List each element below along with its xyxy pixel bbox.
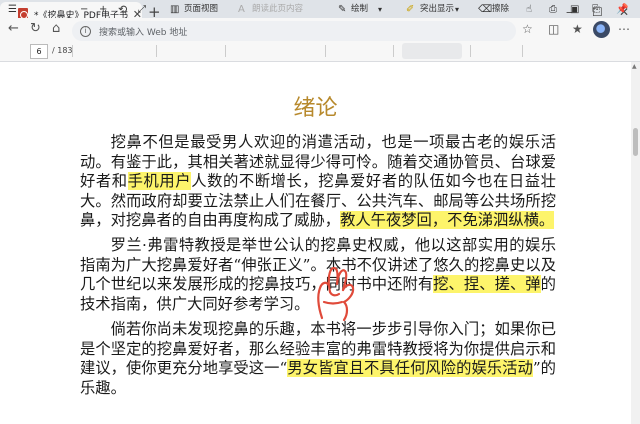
- highlight-options-chevron-icon[interactable]: ▾: [455, 2, 459, 17]
- highlighted-text: 手机用户: [127, 172, 192, 190]
- draw-button[interactable]: 绘制: [351, 2, 368, 17]
- paragraph-invitation: 倘若你尚未发现挖鼻的乐趣，本书将一步步引导你入门；如果你已是个坚定的挖鼻爱好者，…: [80, 320, 556, 398]
- toolbar-divider: [393, 45, 394, 57]
- highlight-button-bg[interactable]: [402, 43, 462, 59]
- toolbar-divider: [225, 45, 226, 57]
- split-screen-icon[interactable]: ◫: [548, 22, 559, 36]
- toolbar-divider: [156, 45, 157, 57]
- page-view-icon[interactable]: ▥: [170, 2, 179, 17]
- scroll-up-icon[interactable]: ▲: [632, 63, 637, 70]
- toolbar-divider: [470, 45, 471, 57]
- read-aloud-button[interactable]: 朗读此页内容: [252, 2, 303, 17]
- paragraph-intro: 挖鼻不但是最受男人欢迎的消遣活动，也是一项最古老的娱乐活动。有鉴于此，其相关著述…: [80, 133, 556, 231]
- erase-button[interactable]: 擦除: [492, 2, 509, 17]
- favorites-icon[interactable]: ★: [572, 22, 583, 36]
- eraser-icon[interactable]: ⌫: [478, 2, 492, 17]
- highlighted-text: 男女皆宜且不具任何风险的娱乐活动: [287, 359, 533, 377]
- favorite-star-icon[interactable]: ☆: [522, 22, 533, 36]
- print-icon[interactable]: ⎙: [549, 2, 557, 17]
- highlighter-icon[interactable]: ✐: [406, 2, 414, 17]
- home-icon[interactable]: ⌂: [52, 21, 60, 36]
- zoom-in-icon[interactable]: +: [99, 2, 107, 17]
- vertical-scrollbar[interactable]: [631, 62, 640, 424]
- scrollbar-thumb[interactable]: [633, 128, 638, 156]
- toolbar-divider: [325, 45, 326, 57]
- table-of-contents-icon[interactable]: ☰: [8, 2, 17, 17]
- pin-icon[interactable]: 📌: [616, 2, 628, 17]
- chapter-title: 绪论: [293, 96, 338, 121]
- highlighted-text: 教人午夜梦回，不免涕泗纵横。: [340, 211, 555, 229]
- pdf-toolbar: [0, 42, 640, 62]
- touch-icon[interactable]: ☝: [526, 2, 532, 17]
- back-icon[interactable]: ←: [8, 21, 19, 36]
- avatar[interactable]: [593, 21, 610, 38]
- draw-icon[interactable]: ✎: [338, 2, 346, 17]
- refresh-icon[interactable]: ↻: [30, 21, 41, 36]
- read-aloud-icon[interactable]: A: [238, 2, 245, 17]
- highlight-button[interactable]: 突出显示: [420, 2, 454, 17]
- total-pages: / 183: [52, 46, 73, 55]
- page-number-input[interactable]: 6: [30, 44, 48, 59]
- fit-page-icon[interactable]: ⤢: [138, 2, 146, 17]
- draw-options-chevron-icon[interactable]: ▾: [378, 2, 382, 17]
- page-view-button[interactable]: 页面视图: [184, 2, 218, 17]
- hand-icon: [317, 266, 355, 322]
- toolbar-divider: [522, 45, 523, 57]
- more-options-icon[interactable]: ⋯: [618, 22, 630, 36]
- toolbar-divider: [72, 45, 73, 57]
- rotate-icon[interactable]: ⟲: [118, 2, 127, 17]
- address-input[interactable]: 搜索或输入 Web 地址: [99, 25, 187, 38]
- zoom-out-icon[interactable]: −: [80, 2, 88, 17]
- address-bar[interactable]: i 搜索或输入 Web 地址: [72, 21, 516, 41]
- save-as-icon[interactable]: ⎘: [592, 2, 600, 17]
- highlighted-text: 挖、捏、搓、弹: [433, 275, 541, 293]
- site-info-icon[interactable]: i: [80, 25, 91, 37]
- hand-drawing-annotation: [317, 266, 355, 322]
- save-icon[interactable]: ▣: [570, 2, 579, 17]
